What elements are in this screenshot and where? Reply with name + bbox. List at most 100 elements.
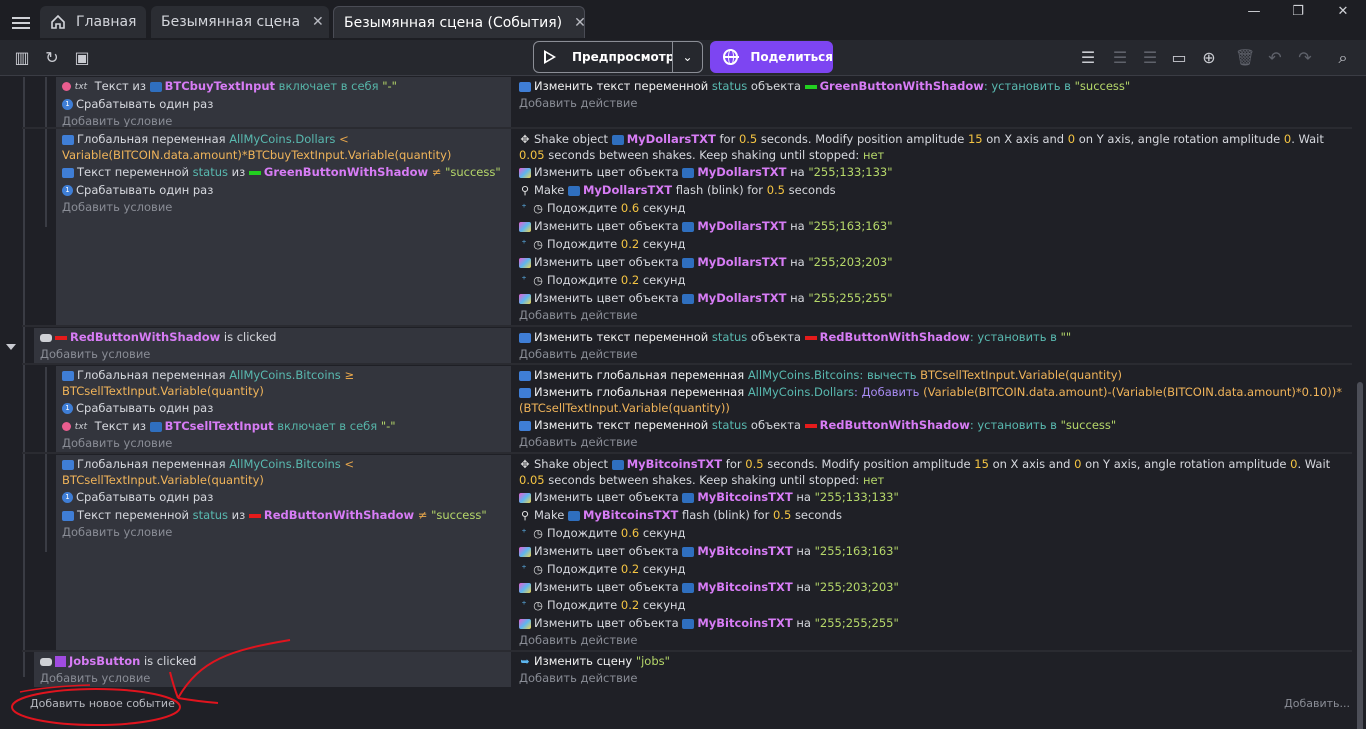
action-line[interactable]: ⁺ ◷ Подождите 0.2 секунд bbox=[513, 235, 1352, 253]
action-line[interactable]: ⁺ ◷ Подождите 0.6 секунд bbox=[513, 524, 1352, 542]
close-window-button[interactable]: ✕ bbox=[1329, 4, 1357, 20]
project-manager-icon[interactable]: ▥ bbox=[12, 48, 32, 68]
action-line[interactable]: Изменить цвет объекта MyDollarsTXT на "2… bbox=[513, 289, 1352, 307]
action-line[interactable]: ⁺ ◷ Подождите 0.6 секунд bbox=[513, 199, 1352, 217]
preview-button[interactable]: Предпросмотр bbox=[533, 41, 674, 73]
action-line[interactable]: ⚲ Make MyDollarsTXT flash (blink) for 0.5… bbox=[513, 181, 1352, 199]
object-name: MyDollarsTXT bbox=[697, 291, 787, 305]
add-action-link[interactable]: Добавить действие bbox=[513, 307, 1352, 324]
event-actions[interactable]: Изменить текст переменной status объекта… bbox=[513, 77, 1352, 112]
close-icon[interactable]: ✕ bbox=[312, 14, 324, 30]
add-action-link[interactable]: Добавить действие bbox=[513, 95, 1352, 112]
undo-icon[interactable]: ↶ bbox=[1265, 48, 1285, 68]
event-actions[interactable]: Изменить глобальная переменная AllMyCoin… bbox=[513, 366, 1352, 451]
action-line[interactable]: Изменить цвет объекта MyDollarsTXT на "2… bbox=[513, 253, 1352, 271]
action-line[interactable]: Изменить цвет объекта MyDollarsTXT на "2… bbox=[513, 163, 1352, 181]
add-action-link[interactable]: Добавить действие bbox=[513, 632, 1352, 649]
action-line[interactable]: ⁺ ◷ Подождите 0.2 секунд bbox=[513, 560, 1352, 578]
event-actions[interactable]: ✥ Shake object MyDollarsTXT for 0.5 secon… bbox=[513, 129, 1352, 324]
condition-line[interactable]: 1 Срабатывать один раз bbox=[56, 399, 511, 417]
condition-line[interactable]: Глобальная переменная AllMyCoins.Bitcoin… bbox=[56, 366, 511, 399]
vertical-scrollbar[interactable] bbox=[1357, 382, 1363, 729]
action-line[interactable]: Изменить цвет объекта MyDollarsTXT на "2… bbox=[513, 217, 1352, 235]
tab-scene-events[interactable]: Безымянная сцена (События) ✕ bbox=[333, 6, 586, 38]
action-line[interactable]: Изменить цвет объекта MyBitcoinsTXT на "… bbox=[513, 488, 1352, 506]
add-new-event-button[interactable]: Добавить новое событие bbox=[30, 697, 175, 710]
minimize-button[interactable]: — bbox=[1240, 4, 1268, 20]
add-comment-icon[interactable]: ▭ bbox=[1169, 48, 1189, 68]
action-line[interactable]: Изменить текст переменной status объекта… bbox=[513, 77, 1352, 95]
action-line[interactable]: ✥ Shake object MyDollarsTXT for 0.5 secon… bbox=[513, 129, 1352, 163]
condition-line[interactable]: Глобальная переменная AllMyCoins.Bitcoin… bbox=[56, 455, 511, 488]
add-subevent-icon[interactable]: ☰ bbox=[1110, 48, 1130, 68]
action-line[interactable]: Изменить текст переменной status объекта… bbox=[513, 416, 1352, 434]
save-icon[interactable]: ▣ bbox=[72, 48, 92, 68]
close-icon[interactable]: ✕ bbox=[574, 15, 586, 31]
action-line[interactable]: ✥ Shake object MyBitcoinsTXT for 0.5 seco… bbox=[513, 455, 1352, 488]
condition-line[interactable]: RedButtonWithShadow is clicked bbox=[34, 328, 511, 346]
action-line[interactable]: Изменить текст переменной status объекта… bbox=[513, 328, 1352, 346]
trigger-once-icon: 1 bbox=[62, 99, 73, 110]
condition-text: Глобальная переменная bbox=[77, 457, 226, 471]
action-line[interactable]: ⁺ ◷ Подождите 0.2 секунд bbox=[513, 596, 1352, 614]
tab-home[interactable]: Главная bbox=[40, 6, 147, 38]
condition-line[interactable]: txt Текст из BTCsellTextInput включает в… bbox=[56, 417, 511, 435]
event-conditions[interactable]: Глобальная переменная AllMyCoins.Bitcoin… bbox=[56, 366, 511, 452]
add-condition-link[interactable]: Добавить условие bbox=[56, 199, 511, 216]
object-name: GreenButtonWithShadow bbox=[263, 165, 429, 179]
share-button[interactable]: Поделиться bbox=[710, 41, 833, 73]
condition-line[interactable]: 1 Срабатывать один раз bbox=[56, 95, 511, 113]
object-swatch bbox=[804, 84, 817, 89]
history-icon[interactable]: ↻ bbox=[42, 48, 62, 68]
event-conditions[interactable]: JobsButton is clicked Добавить условие bbox=[34, 652, 511, 687]
play-icon bbox=[544, 50, 556, 64]
event-conditions[interactable]: Глобальная переменная AllMyCoins.Bitcoin… bbox=[56, 455, 511, 651]
condition-line[interactable]: txt Текст из BTCbuyTextInput включает в … bbox=[56, 77, 511, 95]
preview-dropdown-button[interactable]: ⌄ bbox=[672, 41, 703, 73]
condition-line[interactable]: 1 Срабатывать один раз bbox=[56, 488, 511, 506]
condition-line[interactable]: Текст переменной status из RedButtonWith… bbox=[56, 506, 511, 524]
add-condition-link[interactable]: Добавить условие bbox=[56, 524, 511, 541]
action-line[interactable]: Изменить глобальная переменная AllMyCoin… bbox=[513, 384, 1352, 416]
condition-text: Текст из bbox=[94, 79, 146, 93]
maximize-button[interactable]: ❐ bbox=[1284, 4, 1312, 20]
search-icon[interactable]: ⌕ bbox=[1333, 48, 1353, 68]
condition-line[interactable]: Глобальная переменная AllMyCoins.Dollars… bbox=[56, 129, 511, 163]
add-action-link[interactable]: Добавить действие bbox=[513, 670, 1352, 687]
delete-icon[interactable]: 🗑 bbox=[1235, 48, 1255, 68]
collapse-arrow-icon[interactable] bbox=[6, 344, 16, 350]
expression: BTCsellTextInput.Variable(quantity) bbox=[920, 368, 1123, 382]
action-text: секунд bbox=[642, 562, 686, 576]
condition-line[interactable]: 1 Срабатывать один раз bbox=[56, 181, 511, 199]
redo-icon[interactable]: ↷ bbox=[1295, 48, 1315, 68]
action-line[interactable]: Изменить цвет объекта MyBitcoinsTXT на "… bbox=[513, 578, 1352, 596]
action-text: на bbox=[796, 616, 811, 630]
action-line[interactable]: ⁺ ◷ Подождите 0.2 секунд bbox=[513, 271, 1352, 289]
tab-scene[interactable]: Безымянная сцена ✕ bbox=[151, 6, 329, 38]
add-more-button[interactable]: Добавить... bbox=[1284, 697, 1350, 710]
add-action-link[interactable]: Добавить действие bbox=[513, 434, 1352, 451]
color-icon bbox=[519, 582, 531, 593]
add-condition-link[interactable]: Добавить условие bbox=[34, 670, 511, 687]
event-actions[interactable]: ✥ Shake object MyBitcoinsTXT for 0.5 seco… bbox=[513, 455, 1352, 649]
add-action-link[interactable]: Добавить действие bbox=[513, 346, 1352, 363]
event-conditions[interactable]: txt Текст из BTCbuyTextInput включает в … bbox=[56, 77, 511, 128]
action-line[interactable]: Изменить цвет объекта MyBitcoinsTXT на "… bbox=[513, 614, 1352, 632]
event-conditions[interactable]: Глобальная переменная AllMyCoins.Dollars… bbox=[56, 129, 511, 325]
add-condition-link[interactable]: Добавить условие bbox=[56, 435, 511, 452]
action-line[interactable]: ➥ Изменить сцену "jobs" bbox=[513, 652, 1352, 670]
add-icon[interactable]: ⊕ bbox=[1199, 48, 1219, 68]
action-line[interactable]: Изменить глобальная переменная AllMyCoin… bbox=[513, 366, 1352, 384]
hamburger-menu-icon[interactable] bbox=[12, 17, 30, 29]
condition-line[interactable]: Текст переменной status из GreenButtonWi… bbox=[56, 163, 511, 181]
condition-text: Текст из bbox=[94, 419, 146, 433]
action-line[interactable]: Изменить цвет объекта MyBitcoinsTXT на "… bbox=[513, 542, 1352, 560]
event-conditions[interactable]: RedButtonWithShadow is clicked Добавить … bbox=[34, 328, 511, 363]
event-actions[interactable]: ➥ Изменить сцену "jobs" Добавить действие bbox=[513, 652, 1352, 687]
event-actions[interactable]: Изменить текст переменной status объекта… bbox=[513, 328, 1352, 363]
condition-line[interactable]: JobsButton is clicked bbox=[34, 652, 511, 670]
action-line[interactable]: ⚲ Make MyBitcoinsTXT flash (blink) for 0.… bbox=[513, 506, 1352, 524]
add-condition-link[interactable]: Добавить условие bbox=[34, 346, 511, 363]
add-else-icon[interactable]: ☰ bbox=[1140, 48, 1160, 68]
add-event-icon[interactable]: ☰ bbox=[1078, 48, 1098, 68]
